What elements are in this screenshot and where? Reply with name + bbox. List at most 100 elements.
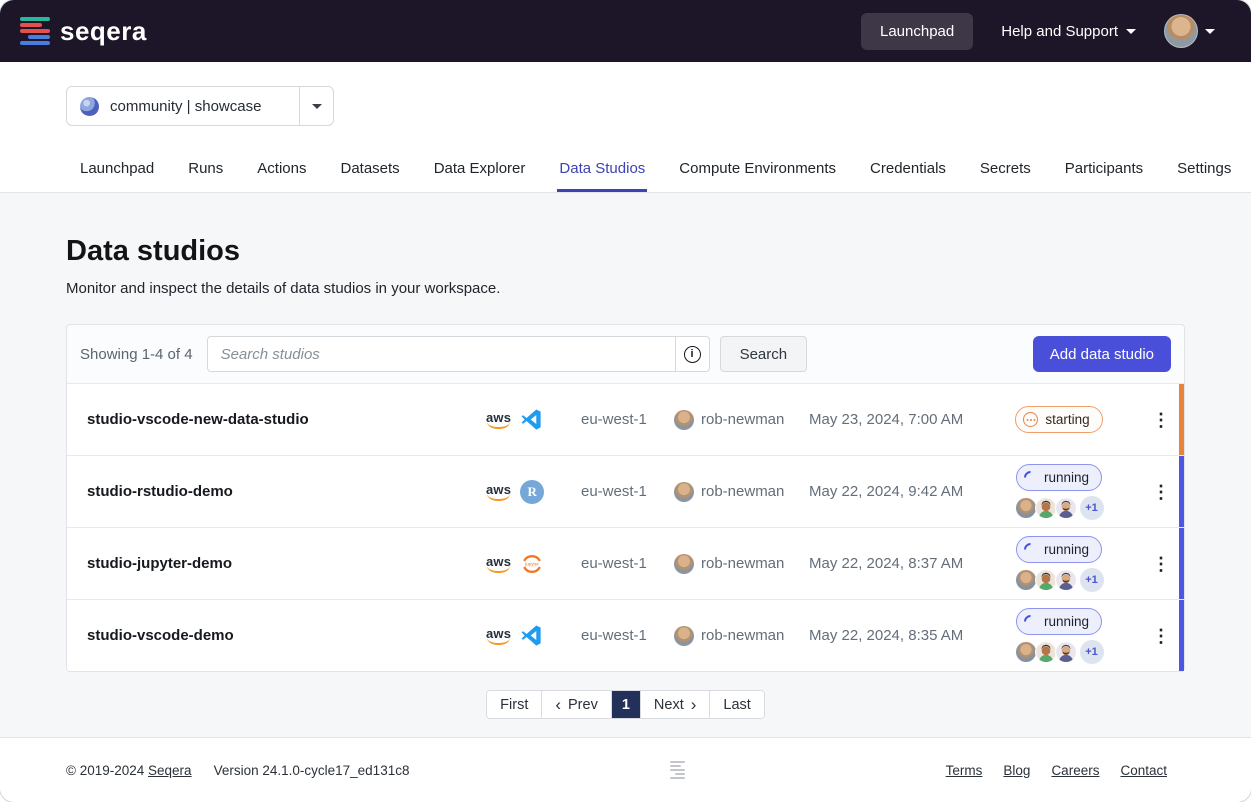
seqera-footer-link[interactable]: Seqera xyxy=(148,763,192,778)
studio-row[interactable]: studio-vscode-demo aws eu-west-1 rob-new… xyxy=(67,599,1184,671)
created-date: May 23, 2024, 7:00 AM xyxy=(809,411,979,428)
studio-name-link[interactable]: studio-rstudio-demo xyxy=(87,483,486,500)
member-avatar xyxy=(1015,641,1037,663)
studio-row[interactable]: studio-vscode-new-data-studio aws eu-wes… xyxy=(67,383,1184,455)
tab-data-explorer[interactable]: Data Explorer xyxy=(432,150,528,192)
user-name: rob-newman xyxy=(701,483,784,500)
extra-members-badge[interactable]: +1 xyxy=(1080,640,1104,664)
created-date: May 22, 2024, 9:42 AM xyxy=(809,483,979,500)
pagination-first[interactable]: First xyxy=(487,691,542,718)
page-subtitle: Monitor and inspect the details of data … xyxy=(66,280,1185,297)
pagination-next[interactable]: Next› xyxy=(641,691,711,718)
extra-members-badge[interactable]: +1 xyxy=(1080,568,1104,592)
tab-launchpad[interactable]: Launchpad xyxy=(78,150,156,192)
running-spinner-icon xyxy=(1021,468,1039,486)
jupyter-icon: jupyter xyxy=(520,552,544,576)
tab-runs[interactable]: Runs xyxy=(186,150,225,192)
vscode-icon xyxy=(520,624,543,647)
row-status-accent-bar xyxy=(1179,456,1184,527)
studio-name-link[interactable]: studio-vscode-new-data-studio xyxy=(87,411,486,428)
app-window: seqera Launchpad Help and Support commun… xyxy=(0,0,1251,802)
studio-row[interactable]: studio-rstudio-demo aws R eu-west-1 rob-… xyxy=(67,455,1184,527)
brand-name: seqera xyxy=(60,16,147,47)
pagination-last[interactable]: Last xyxy=(710,691,763,718)
help-and-support-menu[interactable]: Help and Support xyxy=(1001,23,1136,40)
row-actions-menu[interactable]: ⋮ xyxy=(1139,483,1183,501)
seqera-logo-icon xyxy=(20,17,50,45)
aws-icon: aws xyxy=(486,555,511,573)
footer-link-terms[interactable]: Terms xyxy=(946,763,983,778)
tab-secrets[interactable]: Secrets xyxy=(978,150,1033,192)
created-date: May 22, 2024, 8:35 AM xyxy=(809,627,979,644)
pagination-page-1[interactable]: 1 xyxy=(612,691,641,718)
svg-text:jupyter: jupyter xyxy=(524,561,539,566)
pagination: First ‹Prev 1 Next› Last xyxy=(486,690,765,719)
caret-down-icon xyxy=(1126,29,1136,34)
user-name: rob-newman xyxy=(701,411,784,428)
showing-count: Showing 1-4 of 4 xyxy=(80,346,193,363)
workspace-dropdown-toggle[interactable] xyxy=(299,87,333,125)
studio-row[interactable]: studio-jupyter-demo aws jupyter eu-west-… xyxy=(67,527,1184,599)
footer-link-careers[interactable]: Careers xyxy=(1051,763,1099,778)
footer: © 2019-2024 Seqera Version 24.1.0-cycle1… xyxy=(0,737,1251,802)
status-badge: running xyxy=(1016,536,1102,563)
row-status-accent-bar xyxy=(1179,600,1184,671)
tab-settings[interactable]: Settings xyxy=(1175,150,1233,192)
table-toolbar: Showing 1-4 of 4 i Search Add data studi… xyxy=(67,325,1184,383)
running-spinner-icon xyxy=(1021,612,1039,630)
tab-actions[interactable]: Actions xyxy=(255,150,308,192)
footer-link-contact[interactable]: Contact xyxy=(1120,763,1167,778)
member-avatar xyxy=(1055,497,1077,519)
user-avatar xyxy=(674,410,694,430)
globe-icon xyxy=(80,97,99,116)
user-name: rob-newman xyxy=(701,555,784,572)
row-actions-menu[interactable]: ⋮ xyxy=(1139,627,1183,645)
launchpad-nav-button[interactable]: Launchpad xyxy=(861,13,973,50)
member-avatar xyxy=(1015,497,1037,519)
user-avatar xyxy=(1164,14,1198,48)
seqera-brand[interactable]: seqera xyxy=(20,16,147,47)
footer-link-blog[interactable]: Blog xyxy=(1003,763,1030,778)
status-badge: running xyxy=(1016,608,1102,635)
tab-participants[interactable]: Participants xyxy=(1063,150,1145,192)
member-avatar xyxy=(1035,497,1057,519)
member-avatars: +1 xyxy=(1015,640,1104,664)
search-input[interactable] xyxy=(207,336,675,372)
studio-name-link[interactable]: studio-jupyter-demo xyxy=(87,555,486,572)
search-info-button[interactable]: i xyxy=(675,336,710,372)
row-status-accent-bar xyxy=(1179,528,1184,599)
running-spinner-icon xyxy=(1021,540,1039,558)
add-data-studio-button[interactable]: Add data studio xyxy=(1033,336,1171,372)
member-avatar xyxy=(1035,569,1057,591)
tab-datasets[interactable]: Datasets xyxy=(338,150,401,192)
seqera-mark-icon xyxy=(670,761,685,780)
extra-members-badge[interactable]: +1 xyxy=(1080,496,1104,520)
studio-name-link[interactable]: studio-vscode-demo xyxy=(87,627,486,644)
member-avatar xyxy=(1015,569,1037,591)
chevron-right-icon: › xyxy=(691,696,697,713)
pagination-prev[interactable]: ‹Prev xyxy=(542,691,612,718)
caret-down-icon xyxy=(1205,29,1215,34)
help-label: Help and Support xyxy=(1001,23,1118,40)
tab-credentials[interactable]: Credentials xyxy=(868,150,948,192)
row-status-accent-bar xyxy=(1179,384,1184,455)
aws-icon: aws xyxy=(486,627,511,645)
header-zone: community | showcase Launchpad Runs Acti… xyxy=(0,62,1251,193)
workspace-selector[interactable]: community | showcase xyxy=(66,86,334,126)
created-date: May 22, 2024, 8:37 AM xyxy=(809,555,979,572)
studios-table-card: Showing 1-4 of 4 i Search Add data studi… xyxy=(66,324,1185,672)
tab-data-studios[interactable]: Data Studios xyxy=(557,150,647,192)
region-cell: eu-west-1 xyxy=(581,483,674,500)
caret-down-icon xyxy=(312,104,322,109)
rstudio-icon: R xyxy=(520,480,544,504)
region-cell: eu-west-1 xyxy=(581,411,674,428)
member-avatars: +1 xyxy=(1015,568,1104,592)
tab-compute-environments[interactable]: Compute Environments xyxy=(677,150,838,192)
user-menu[interactable] xyxy=(1164,14,1215,48)
row-actions-menu[interactable]: ⋮ xyxy=(1139,555,1183,573)
version-text: Version 24.1.0-cycle17_ed131c8 xyxy=(214,763,410,778)
region-cell: eu-west-1 xyxy=(581,627,674,644)
user-avatar xyxy=(674,626,694,646)
search-button[interactable]: Search xyxy=(720,336,808,372)
row-actions-menu[interactable]: ⋮ xyxy=(1139,411,1183,429)
